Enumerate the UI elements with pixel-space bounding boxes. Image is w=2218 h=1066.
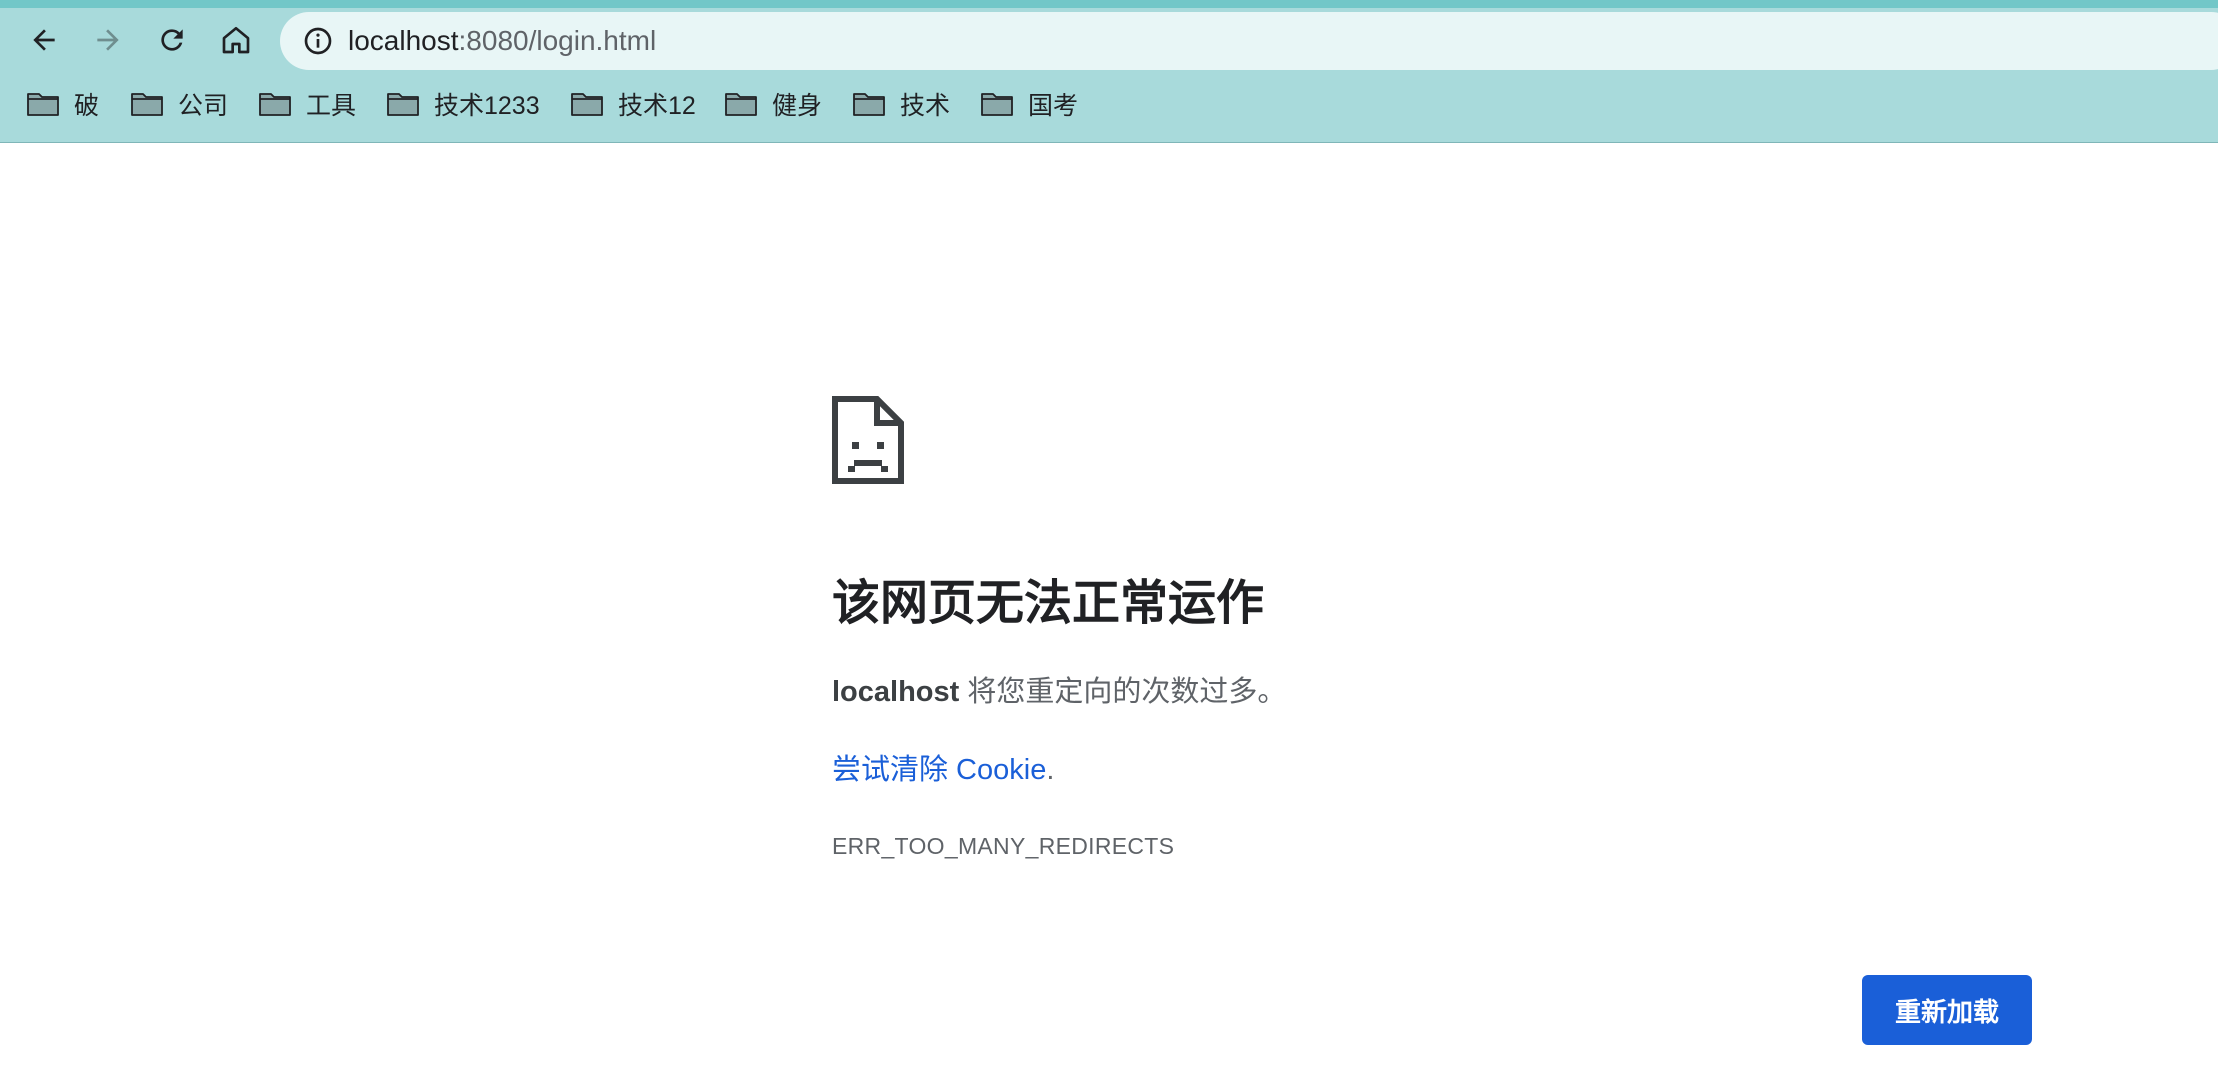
bookmark-folder[interactable]: 健身 — [724, 84, 822, 124]
folder-icon — [259, 93, 291, 116]
url-path: :8080/login.html — [458, 25, 657, 56]
bookmark-label: 技术 — [900, 92, 951, 120]
url-text[interactable]: localhost:8080/login.html — [348, 24, 656, 58]
sad-page-icon — [832, 396, 904, 484]
folder-icon — [725, 93, 757, 116]
folder-icon — [571, 93, 603, 116]
bookmark-folder[interactable]: 技术 — [852, 84, 950, 124]
suggestion-line: 尝试清除 Cookie. — [832, 752, 1054, 788]
error-title: 该网页无法正常运作 — [832, 577, 1265, 630]
bookmark-folder[interactable]: 工具 — [258, 84, 356, 124]
bookmark-label: 工具 — [306, 92, 357, 120]
bookmark-label: 技术12 — [618, 92, 696, 120]
bookmark-folder[interactable]: 技术1233 — [386, 84, 540, 124]
bookmark-folder[interactable]: 技术12 — [570, 84, 696, 124]
bookmark-label: 技术1233 — [434, 92, 540, 120]
bookmark-label: 国考 — [1028, 92, 1079, 120]
error-host: localhost — [832, 676, 960, 708]
browser-toolbar: localhost:8080/login.html 破 公司 工具 技术1233… — [0, 0, 2218, 143]
bookmark-label: 破 — [74, 92, 100, 120]
home-button[interactable] — [214, 18, 258, 62]
folder-icon — [131, 93, 163, 116]
reload-page-button[interactable] — [150, 18, 194, 62]
link-suffix: . — [1046, 754, 1055, 786]
arrow-left-icon — [33, 29, 55, 51]
reload-button[interactable]: 重新加载 — [1862, 975, 2032, 1045]
home-icon — [222, 26, 250, 54]
folder-icon — [981, 93, 1013, 116]
back-button[interactable] — [22, 18, 66, 62]
info-icon[interactable] — [302, 25, 334, 57]
forward-button[interactable] — [86, 18, 130, 62]
folder-icon — [387, 93, 419, 116]
folder-icon — [27, 93, 59, 116]
address-bar[interactable]: localhost:8080/login.html — [280, 12, 2218, 70]
bookmark-label: 公司 — [178, 92, 229, 120]
error-message: 将您重定向的次数过多。 — [959, 676, 1287, 708]
url-host: localhost — [348, 25, 459, 56]
reload-icon — [161, 29, 183, 51]
bookmark-folder[interactable]: 国考 — [980, 84, 1078, 124]
folder-icon — [853, 93, 885, 116]
bookmark-folder[interactable]: 破 — [26, 84, 99, 124]
bookmark-label: 健身 — [772, 92, 823, 120]
error-description: localhost 将您重定向的次数过多。 — [832, 674, 1286, 710]
error-code: ERR_TOO_MANY_REDIRECTS — [832, 833, 1175, 859]
arrow-right-icon — [97, 29, 119, 51]
clear-cookies-link[interactable]: 尝试清除 Cookie — [832, 754, 1046, 786]
tab-strip-edge — [0, 0, 2218, 8]
bookmarks-bar: 破 公司 工具 技术1233 技术12 健身 技术 国考 — [0, 84, 2218, 124]
bookmark-folder[interactable]: 公司 — [130, 84, 228, 124]
